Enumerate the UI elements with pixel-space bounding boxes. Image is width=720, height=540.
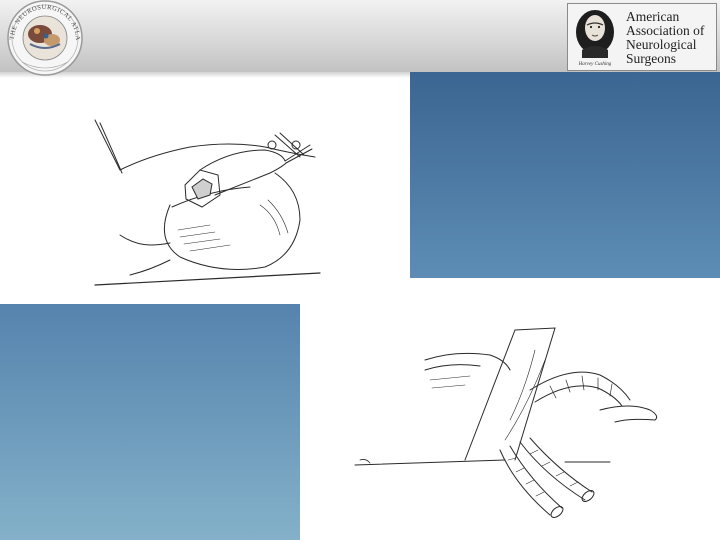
blue-panel-top-right	[410, 72, 720, 278]
logo-signature: Harvey Cushing	[578, 62, 612, 67]
logo-line-1: American	[626, 9, 680, 24]
cushing-portrait-icon: Harvey Cushing	[570, 6, 620, 68]
sac-clamp-illustration	[94, 119, 321, 286]
vessel-dissection-illustration	[354, 327, 658, 518]
logo-line-2: Association of	[626, 23, 705, 38]
aans-logo: Harvey Cushing American Association of N…	[567, 3, 717, 71]
logo-line-3: Neurological	[626, 37, 697, 52]
logo-line-4: Surgeons	[626, 51, 677, 66]
aans-logo-text: American Association of Neurological Sur…	[626, 10, 716, 66]
blue-panel-bottom-left	[0, 304, 300, 540]
neurosurgical-atlas-seal: THE NEUROSURGICAL ATLAS	[0, 0, 83, 76]
